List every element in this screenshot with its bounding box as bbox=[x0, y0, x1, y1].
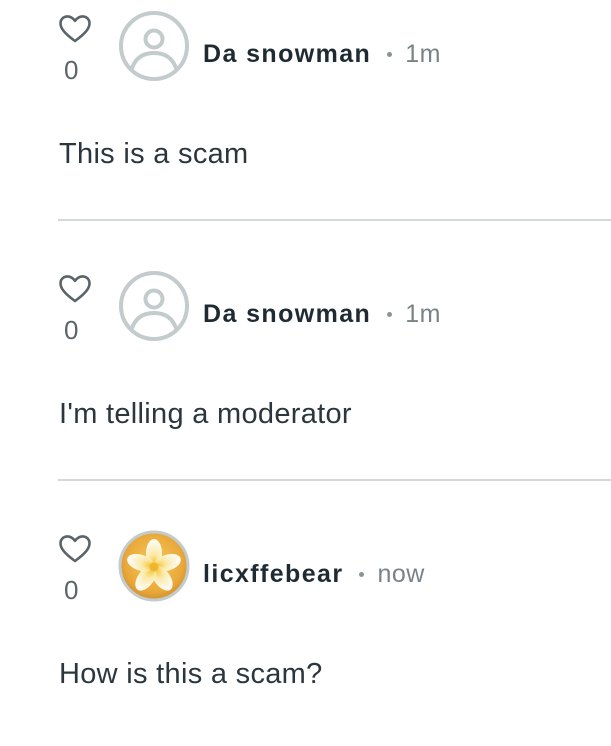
like-count: 0 bbox=[64, 315, 79, 345]
username[interactable]: licxffebear bbox=[203, 560, 343, 589]
comment-text: I'm telling a moderator bbox=[59, 398, 352, 430]
avatar[interactable] bbox=[118, 270, 190, 342]
comment-feed: 0 Da snowman 1m This is a scam 0 Da snow… bbox=[0, 0, 611, 746]
plumeria-flower-avatar bbox=[118, 530, 190, 602]
heart-icon[interactable] bbox=[58, 14, 92, 44]
comment-meta: Da snowman 1m bbox=[203, 298, 441, 330]
like-count: 0 bbox=[64, 575, 79, 605]
separator-dot bbox=[387, 311, 393, 317]
comment-meta: Da snowman 1m bbox=[203, 38, 441, 70]
comment-item: 0 Da snowman 1m I'm telling a moderator bbox=[0, 260, 611, 520]
like-control: 0 bbox=[56, 530, 96, 610]
heart-icon[interactable] bbox=[58, 534, 92, 564]
default-user-icon bbox=[119, 271, 189, 341]
like-control: 0 bbox=[56, 270, 96, 350]
default-user-icon bbox=[119, 11, 189, 81]
username[interactable]: Da snowman bbox=[203, 300, 371, 329]
divider bbox=[58, 479, 611, 481]
comment-text: This is a scam bbox=[59, 138, 249, 170]
avatar[interactable] bbox=[118, 10, 190, 82]
separator-dot bbox=[359, 571, 365, 577]
timestamp: 1m bbox=[405, 39, 441, 68]
comment-meta: licxffebear now bbox=[203, 558, 425, 590]
divider bbox=[58, 219, 611, 221]
separator-dot bbox=[387, 51, 393, 57]
heart-icon[interactable] bbox=[58, 274, 92, 304]
comment-text: How is this a scam? bbox=[59, 658, 323, 690]
timestamp: 1m bbox=[405, 299, 441, 328]
timestamp: now bbox=[377, 559, 425, 588]
avatar[interactable] bbox=[118, 530, 190, 602]
like-count: 0 bbox=[64, 55, 79, 85]
comment-item: 0 Da snowman 1m This is a scam bbox=[0, 0, 611, 260]
like-control: 0 bbox=[56, 10, 96, 90]
comment-item: 0 licxffebear now How is this a scam? bbox=[0, 520, 611, 746]
username[interactable]: Da snowman bbox=[203, 40, 371, 69]
